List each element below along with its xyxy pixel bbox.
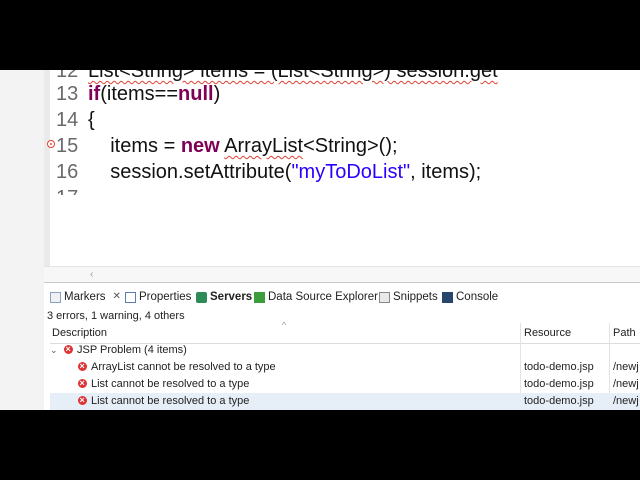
error-icon [64, 341, 73, 358]
line-number: 15 [56, 135, 79, 157]
sort-indicator-icon: ^ [282, 320, 287, 330]
row-description: JSP Problem (4 items) [64, 341, 187, 359]
row-resource: todo-demo.jsp [524, 361, 594, 373]
code-line-16[interactable]: 16 session.setAttribute("myToDoList", it… [56, 159, 481, 185]
table-row[interactable]: ArrayList cannot be resolved to a type to… [50, 358, 640, 376]
code-editor[interactable]: 12 List<String> items = (List<String>) se… [44, 70, 640, 282]
code-text: session.setAttribute("myToDoList", items… [110, 161, 482, 183]
horizontal-scrollbar[interactable]: ‹ [44, 266, 640, 282]
column-resource[interactable]: Resource [522, 323, 571, 343]
servers-icon [196, 291, 207, 303]
row-resource: todo-demo.jsp [524, 395, 594, 407]
row-description: ArrayList cannot be resolved to a type [78, 358, 276, 376]
code-line-13[interactable]: 13 if(items==null) [56, 81, 220, 107]
line-number: 17 [56, 185, 88, 195]
code-line-14[interactable]: 14 { [56, 107, 95, 133]
markers-icon [50, 291, 61, 303]
tab-snippets[interactable]: Snippets [379, 286, 438, 308]
annotation-ruler [44, 70, 50, 270]
tab-console[interactable]: Console [442, 286, 498, 308]
row-path: /newj [613, 361, 639, 373]
markers-summary: 3 errors, 1 warning, 4 others [47, 310, 185, 322]
data-source-icon [254, 291, 265, 303]
ide-window: 12 List<String> items = (List<String>) se… [0, 70, 640, 410]
line-number: 14 [56, 109, 79, 131]
code-line-15[interactable]: 15 items = new ArrayList<String>(); [56, 133, 398, 159]
code-text: items = new ArrayList<String>(); [110, 135, 398, 157]
line-number: 16 [56, 161, 79, 183]
row-resource: todo-demo.jsp [524, 378, 594, 390]
table-header: Description ^ Resource Path [50, 320, 640, 344]
table-row[interactable]: List cannot be resolved to a type todo-de… [50, 375, 640, 393]
row-path: /newj [613, 378, 639, 390]
error-icon [78, 375, 87, 392]
tab-servers[interactable]: Servers [196, 286, 252, 308]
error-icon [78, 392, 87, 409]
error-marker-icon[interactable] [47, 140, 55, 148]
row-description: List cannot be resolved to a type [78, 392, 249, 410]
table-row[interactable]: ⌄ JSP Problem (4 items) [50, 341, 640, 359]
tab-properties[interactable]: Properties [125, 286, 191, 308]
console-icon [442, 291, 453, 303]
left-side-strip [0, 70, 45, 410]
scroll-left-icon[interactable]: ‹ [90, 267, 93, 282]
error-icon [78, 358, 87, 375]
line-number: 13 [56, 83, 79, 105]
bottom-panel: Markers ✕ Properties Servers Data Source… [44, 282, 640, 410]
close-icon[interactable]: ✕ [113, 286, 121, 308]
code-line-17: 17 [56, 185, 88, 195]
row-path: /newj [613, 395, 639, 407]
tab-data-source-explorer[interactable]: Data Source Explorer [254, 286, 378, 308]
properties-icon [125, 291, 136, 303]
row-description: List cannot be resolved to a type [78, 375, 249, 393]
markers-table: Description ^ Resource Path ⌄ JSP Problem… [50, 320, 640, 410]
column-path[interactable]: Path [611, 323, 636, 343]
panel-tabs: Markers ✕ Properties Servers Data Source… [44, 286, 640, 308]
chevron-down-icon[interactable]: ⌄ [50, 342, 58, 359]
table-row[interactable]: List cannot be resolved to a type todo-de… [50, 392, 640, 410]
code-text: { [88, 109, 95, 131]
column-description[interactable]: Description [50, 323, 107, 343]
code-text: if(items==null) [88, 83, 221, 105]
tab-markers[interactable]: Markers ✕ [50, 286, 121, 308]
snippets-icon [379, 291, 390, 303]
